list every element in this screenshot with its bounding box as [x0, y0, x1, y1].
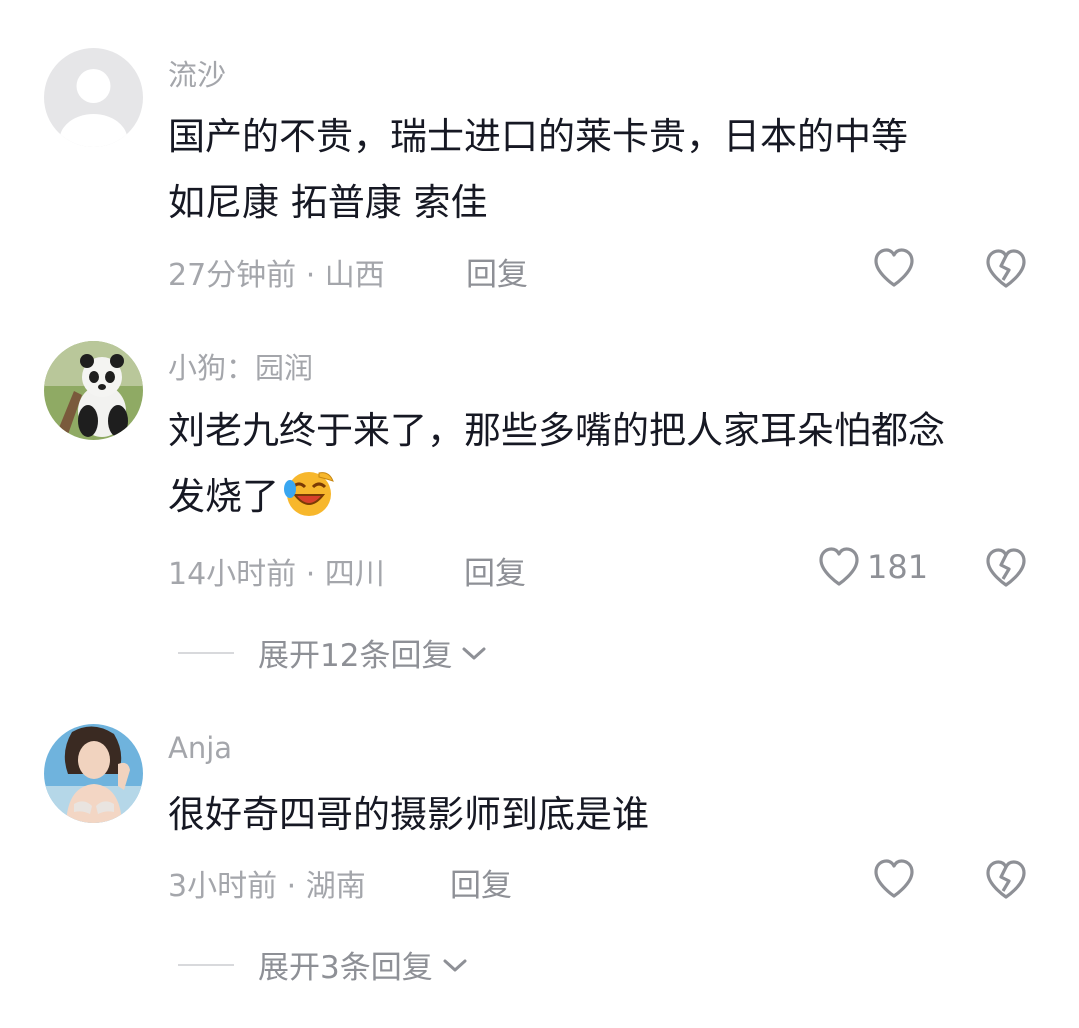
expand-divider-line	[178, 963, 234, 966]
heart-outline-icon	[874, 859, 914, 898]
expand-replies-label: 展开3条回复	[258, 950, 433, 986]
expand-replies-button[interactable]: 展开12条回复	[178, 630, 488, 675]
dislike-button[interactable]	[984, 859, 1028, 905]
heart-outline-icon	[819, 547, 859, 586]
comment-text-line: 国产的不贵，瑞士进口的莱卡贵，日本的中等	[168, 115, 908, 158]
comment-time-location: 14小时前 · 四川	[168, 557, 385, 592]
comment-time-location: 27分钟前 · 山西	[168, 258, 385, 293]
avatar-default[interactable]	[44, 48, 143, 147]
reply-button[interactable]: 回复	[464, 548, 526, 593]
broken-heart-icon	[986, 249, 1026, 288]
expand-replies-button[interactable]: 展开3条回复	[178, 942, 469, 987]
comment-username[interactable]: 小狗：园润	[168, 345, 313, 387]
broken-heart-icon	[986, 548, 1026, 587]
dislike-button[interactable]	[984, 547, 1028, 593]
comment-text: 刘老九终于来了，那些多嘴的把人家耳朵怕都念 发烧了	[168, 398, 1048, 538]
like-count: 181	[867, 548, 929, 586]
comment-text-line: 很好奇四哥的摄影师到底是谁	[168, 793, 649, 836]
reply-button[interactable]: 回复	[450, 860, 512, 905]
comment-text: 国产的不贵，瑞士进口的莱卡贵，日本的中等 如尼康 拓普康 索佳	[168, 104, 1048, 236]
comment-text: 很好奇四哥的摄影师到底是谁	[168, 782, 1048, 848]
comment-text-line-with-emoji: 发烧了	[168, 464, 1048, 538]
comment-text-line: 如尼康 拓普康 索佳	[168, 181, 488, 224]
like-button[interactable]	[872, 247, 916, 289]
like-button[interactable]: 181	[817, 546, 928, 588]
avatar-panda[interactable]	[44, 341, 143, 440]
comment-time-location: 3小时前 · 湖南	[168, 869, 366, 904]
comment-username[interactable]: Anja	[168, 731, 232, 765]
laughing-crying-emoji	[279, 467, 335, 538]
comment-username[interactable]: 流沙	[168, 52, 226, 94]
reply-button[interactable]: 回复	[466, 249, 528, 294]
chevron-down-icon	[443, 959, 467, 971]
like-button[interactable]	[872, 858, 916, 900]
expand-replies-label: 展开12条回复	[258, 638, 453, 674]
avatar-photo[interactable]	[44, 724, 143, 823]
chevron-down-icon	[462, 647, 486, 659]
comment-text-line: 发烧了	[168, 475, 279, 518]
broken-heart-icon	[986, 860, 1026, 899]
expand-divider-line	[178, 651, 234, 654]
dislike-button[interactable]	[984, 248, 1028, 294]
comment-text-line: 刘老九终于来了，那些多嘴的把人家耳朵怕都念	[168, 409, 945, 452]
heart-outline-icon	[874, 248, 914, 287]
